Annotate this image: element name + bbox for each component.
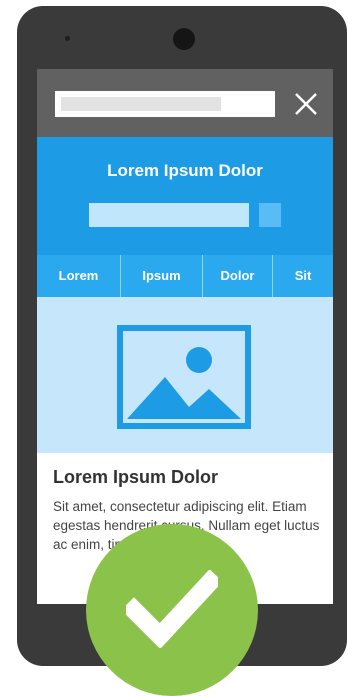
nav-item-sit[interactable]: Sit: [273, 255, 333, 297]
checkmark-icon: [126, 570, 218, 648]
hero-title: Lorem Ipsum Dolor: [107, 161, 263, 180]
article-title: Lorem Ipsum Dolor: [53, 467, 219, 487]
hero-placeholder-square: [259, 203, 281, 227]
nav-item-dolor[interactable]: Dolor: [203, 255, 273, 297]
close-icon: [295, 93, 317, 115]
image-placeholder-icon: [117, 325, 251, 429]
phone-screen: Lorem Ipsum Dolor Lorem Ipsum Dolor Sit …: [37, 69, 333, 604]
nav-item-ipsum[interactable]: Ipsum: [121, 255, 203, 297]
nav-bar: Lorem Ipsum Dolor Sit: [37, 255, 333, 297]
url-input[interactable]: [55, 91, 275, 117]
nav-item-lorem[interactable]: Lorem: [37, 255, 121, 297]
hero-banner: Lorem Ipsum Dolor: [37, 137, 333, 255]
close-button[interactable]: [291, 89, 321, 119]
camera-icon: [173, 28, 195, 50]
success-badge: [86, 524, 258, 696]
sensor-dot: [65, 36, 70, 41]
browser-bar: [37, 69, 333, 137]
hero-placeholder-bar: [89, 203, 249, 227]
url-placeholder: [61, 97, 221, 111]
image-placeholder: [37, 297, 333, 453]
